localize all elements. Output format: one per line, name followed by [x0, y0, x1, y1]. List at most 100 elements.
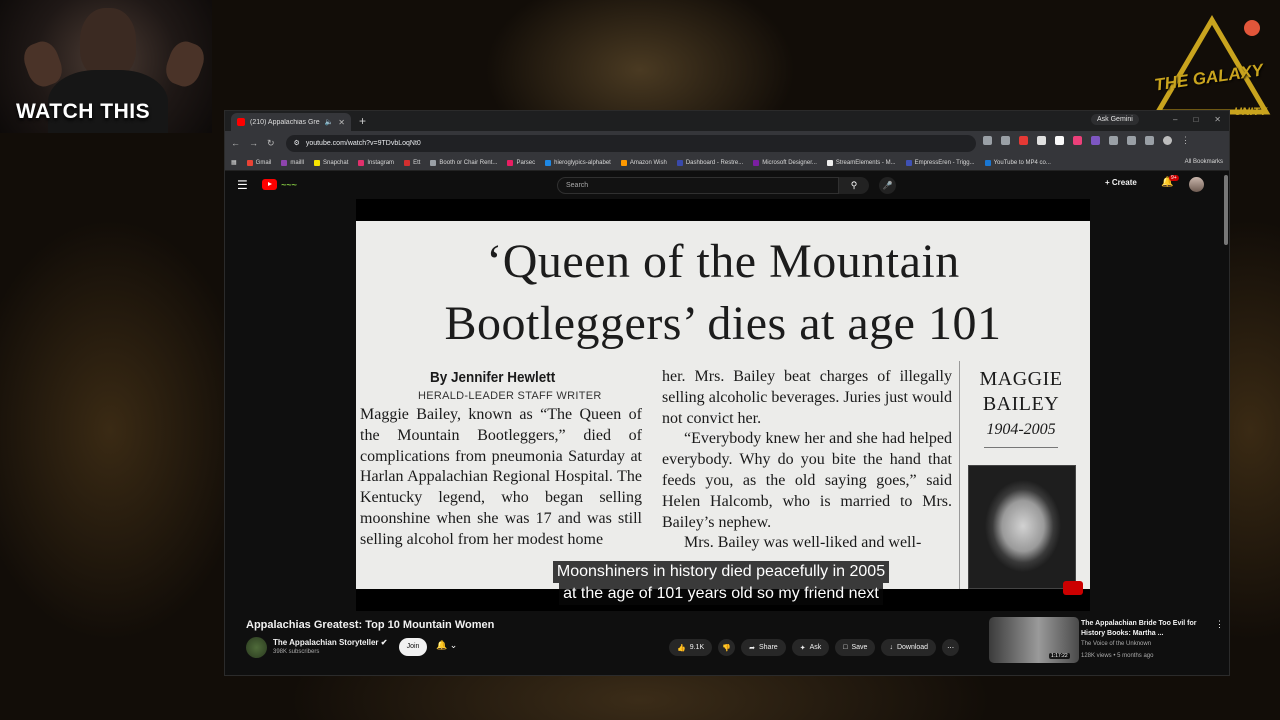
youtube-logo[interactable]: ~~~: [262, 179, 297, 190]
extensions-puzzle-icon[interactable]: [1109, 136, 1118, 145]
more-actions-button[interactable]: ⋯: [942, 639, 960, 656]
bookmark-item[interactable]: hieroglypics-alphabet: [545, 159, 611, 166]
side-panel-icon[interactable]: [1127, 136, 1136, 145]
youtube-favicon-icon: [237, 118, 245, 126]
browser-tab-active[interactable]: (210) Appalachias Greatest 🔈 ✕: [231, 113, 351, 131]
share-label: Share: [759, 644, 778, 651]
bookmark-label: Amazon Wish: [629, 159, 667, 166]
tab-search-icon[interactable]: [1145, 136, 1154, 145]
reload-icon[interactable]: ↻: [267, 138, 275, 149]
menu-hamburger-icon[interactable]: ☰: [237, 178, 248, 192]
bookmark-label: Ett: [413, 159, 421, 166]
dislike-button[interactable]: 👎: [718, 639, 736, 656]
voice-search-mic-icon[interactable]: 🎤: [879, 177, 896, 194]
sidebar-name: MAGGIE BAILEY: [979, 368, 1063, 415]
verified-icon: ✔: [380, 638, 388, 647]
youtube-doodle-icon: ~~~: [281, 179, 297, 190]
save-bookmark-icon: □: [843, 644, 848, 651]
youtube-play-icon: [262, 179, 277, 190]
all-bookmarks-button[interactable]: All Bookmarks: [1178, 159, 1223, 165]
video-actions: 👍 9.1K 👎 ➦ Share ✦ Ask □ Save ↓ Download ⋯: [669, 639, 960, 656]
site-info-icon[interactable]: ⚙: [294, 139, 300, 147]
close-window-icon[interactable]: ✕: [1214, 115, 1221, 124]
bookmark-item[interactable]: mailll: [281, 159, 304, 166]
tab-title: (210) Appalachias Greatest: [250, 118, 320, 126]
bookmark-item[interactable]: Gmail: [246, 159, 271, 166]
bookmark-favicon-icon: [430, 159, 437, 166]
bookmark-favicon-icon: [620, 159, 627, 166]
download-label: Download: [896, 644, 929, 651]
extension-pink-icon[interactable]: [1073, 136, 1082, 145]
thumbs-down-icon: 👎: [722, 644, 731, 652]
article-body-col1: Maggie Bailey, known as “The Queen of th…: [360, 406, 642, 548]
bookmark-label: hieroglypics-alphabet: [554, 159, 611, 166]
download-button[interactable]: ↓ Download: [881, 639, 937, 656]
bookmark-favicon-icon: [905, 159, 912, 166]
install-icon[interactable]: [983, 136, 992, 145]
bookmark-favicon-icon: [545, 159, 552, 166]
back-icon[interactable]: ←: [231, 138, 240, 148]
bookmark-item[interactable]: Amazon Wish: [620, 159, 667, 166]
bookmark-item[interactable]: Ett: [404, 159, 421, 166]
video-player[interactable]: ‘Queen of the Mountain Bootleggers’ dies…: [356, 199, 1090, 611]
extension-white-icon[interactable]: [1037, 136, 1046, 145]
scrollbar-thumb[interactable]: [1224, 175, 1228, 245]
bookmark-item[interactable]: StreamElements - M...: [826, 159, 896, 166]
minimize-icon[interactable]: –: [1173, 115, 1177, 124]
bookmark-label: Parsec: [516, 159, 536, 166]
address-bar-row: ← → ↻ ⚙ youtube.com/watch?v=9TDvbLoqNt0 …: [225, 131, 1229, 155]
extension-s-icon[interactable]: [1055, 136, 1064, 145]
ask-button[interactable]: ✦ Ask: [791, 639, 830, 656]
url-field[interactable]: ⚙ youtube.com/watch?v=9TDvbLoqNt0: [285, 134, 976, 152]
save-label: Save: [851, 644, 868, 651]
watch-page: ‘Queen of the Mountain Bootleggers’ dies…: [225, 199, 1229, 675]
account-avatar[interactable]: [1189, 177, 1204, 192]
thumbs-up-icon: 👍: [677, 644, 686, 652]
share-button[interactable]: ➦ Share: [741, 639, 786, 656]
bookmark-favicon-icon: [507, 159, 514, 166]
forward-icon[interactable]: →: [249, 138, 258, 148]
search-input[interactable]: Search: [557, 177, 839, 194]
video-title: Appalachias Greatest: Top 10 Mountain Wo…: [246, 619, 495, 631]
subscribed-bell-icon[interactable]: 🔔 ⌄: [436, 640, 457, 651]
bookmark-favicon-icon: [246, 159, 253, 166]
youtube-header: ☰ ~~~ Search ⚲ 🎤 + Create 🔔 9+: [225, 171, 1229, 199]
bookmark-item[interactable]: Booth or Chair Rent...: [430, 159, 497, 166]
bookmark-item[interactable]: Dashboard - Restre...: [676, 159, 743, 166]
channel-name[interactable]: The Appalachian Storyteller ✔: [273, 638, 387, 647]
speaker-icon[interactable]: 🔈: [325, 118, 334, 126]
headline-line-1: ‘Queen of the Mountain: [486, 235, 960, 288]
maximize-icon[interactable]: □: [1193, 115, 1198, 124]
extensions-row: ⋮: [983, 136, 1190, 145]
close-tab-icon[interactable]: ✕: [338, 118, 345, 127]
bookmark-star-icon[interactable]: [1001, 136, 1010, 145]
subscribe-watermark-icon[interactable]: [1063, 581, 1083, 595]
search-button[interactable]: ⚲: [839, 177, 869, 194]
bookmark-label: Microsoft Designer...: [762, 159, 817, 166]
recommended-title[interactable]: The Appalachian Bride Too Evil for Histo…: [1081, 619, 1209, 639]
ask-gemini-button[interactable]: Ask Gemini: [1091, 114, 1139, 125]
video-captions: Moonshiners in history died peacefully i…: [528, 561, 914, 605]
ask-label: Ask: [809, 644, 822, 651]
bookmark-item[interactable]: Parsec: [507, 159, 536, 166]
bookmark-item[interactable]: Instagram: [358, 159, 394, 166]
browser-window: (210) Appalachias Greatest 🔈 ✕ + Ask Gem…: [224, 110, 1230, 676]
channel-avatar[interactable]: [246, 637, 267, 658]
page-scrollbar[interactable]: [1223, 171, 1229, 675]
create-button[interactable]: + Create: [1105, 178, 1137, 187]
menu-kebab-icon[interactable]: ⋮: [1181, 136, 1190, 145]
new-tab-icon[interactable]: +: [359, 114, 366, 128]
bookmark-item[interactable]: Snapchat: [314, 159, 348, 166]
like-button[interactable]: 👍 9.1K: [669, 639, 713, 656]
bookmark-item[interactable]: Microsoft Designer...: [753, 159, 817, 166]
bookmark-item[interactable]: YouTube to MP4 co...: [984, 159, 1051, 166]
save-button[interactable]: □ Save: [835, 639, 876, 656]
join-button[interactable]: Join: [399, 638, 427, 656]
extension-purple-icon[interactable]: [1091, 136, 1100, 145]
extension-red-icon[interactable]: [1019, 136, 1028, 145]
apps-grid-icon[interactable]: ▦: [231, 159, 237, 166]
bookmark-favicon-icon: [984, 159, 991, 166]
profile-icon[interactable]: [1163, 136, 1172, 145]
recommended-video[interactable]: 1:17:22 The Appalachian Bride Too Evil f…: [989, 611, 1229, 669]
bookmark-item[interactable]: EmpressEren - Trigg...: [905, 159, 975, 166]
